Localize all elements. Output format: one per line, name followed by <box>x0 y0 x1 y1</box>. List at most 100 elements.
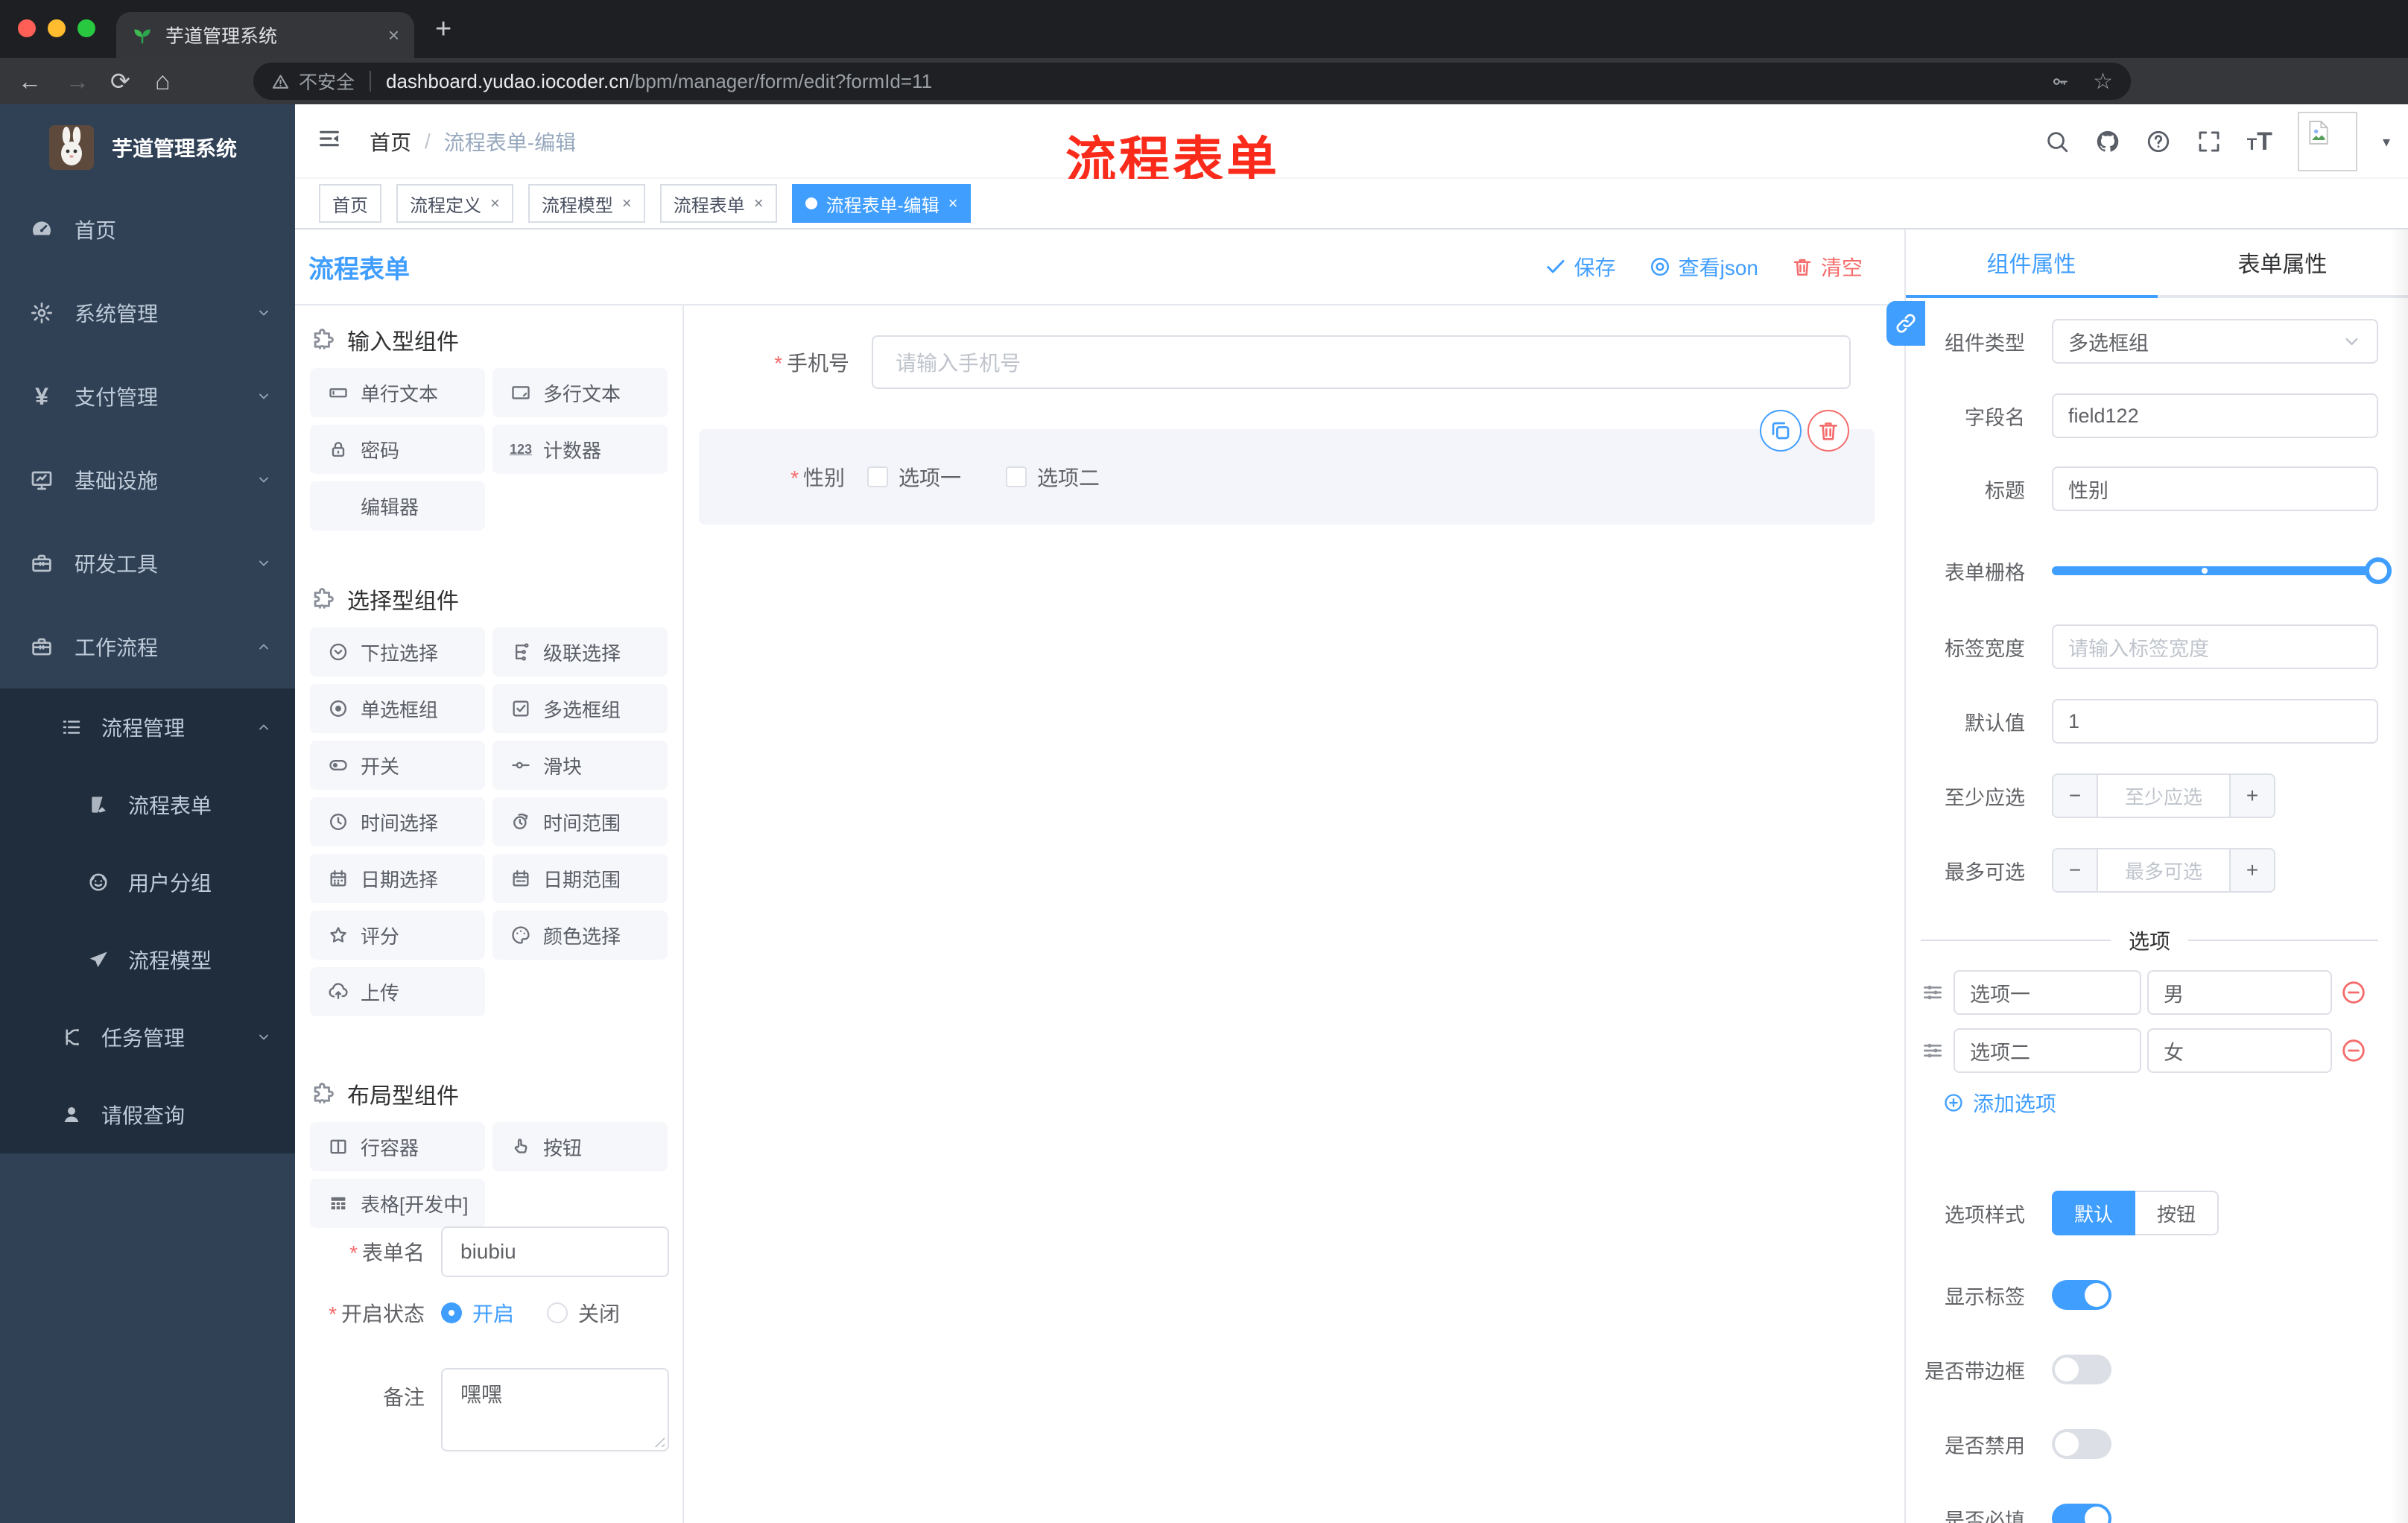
checkbox[interactable] <box>1006 466 1027 487</box>
fullscreen-icon[interactable] <box>2196 129 2222 154</box>
tab-component-props[interactable]: 组件属性 <box>1906 229 2157 295</box>
component-type-select[interactable]: 多选框组 <box>2052 319 2378 364</box>
palette-item-密码[interactable]: 密码 <box>310 425 485 474</box>
new-tab-button[interactable]: + <box>435 15 452 43</box>
option-value-input[interactable]: 女 <box>2147 1028 2332 1073</box>
phone-field-row[interactable]: * 手机号 请输入手机号 <box>684 335 1904 389</box>
url-field[interactable]: 不安全 dashboard.yudao.iocoder.cn/bpm/manag… <box>253 63 2131 100</box>
breadcrumb-home[interactable]: 首页 <box>370 127 411 156</box>
palette-item-计数器[interactable]: 123 计数器 <box>492 425 668 474</box>
save-button[interactable]: 保存 <box>1544 252 1616 282</box>
sidebar-subitem-6[interactable]: 请假查询 <box>0 1076 295 1153</box>
title-input[interactable]: 性别 <box>2052 466 2378 511</box>
view-tag-4[interactable]: 流程表单 × <box>659 184 777 223</box>
status-off-radio[interactable] <box>547 1302 568 1323</box>
sidebar-item-2[interactable]: 系统管理 <box>0 271 295 355</box>
palette-item-按钮[interactable]: 按钮 <box>492 1122 668 1171</box>
avatar-caret-icon[interactable]: ▾ <box>2383 133 2390 151</box>
stepper-minus-button[interactable]: − <box>2053 849 2098 891</box>
stepper-plus-button[interactable]: + <box>2229 849 2274 891</box>
status-on-label[interactable]: 开启 <box>472 1298 514 1328</box>
palette-item-日期选择[interactable]: 日期选择 <box>310 854 485 903</box>
field-name-input[interactable]: field122 <box>2052 393 2378 438</box>
tag-close-icon[interactable]: × <box>754 194 764 213</box>
toggle-是否禁用[interactable] <box>2052 1429 2111 1459</box>
duplicate-field-button[interactable] <box>1760 410 1802 452</box>
label-width-input[interactable]: 请输入标签宽度 <box>2052 624 2378 669</box>
reload-button[interactable]: ⟳ <box>110 58 130 104</box>
palette-item-颜色选择[interactable]: 颜色选择 <box>492 911 668 960</box>
palette-item-多行文本[interactable]: 多行文本 <box>492 368 668 417</box>
toggle-是否必填[interactable] <box>2052 1504 2111 1523</box>
add-option-button[interactable]: 添加选项 <box>1943 1088 2056 1118</box>
delete-field-button[interactable] <box>1807 410 1849 452</box>
sidebar-subitem-5[interactable]: 任务管理 <box>0 998 295 1076</box>
remove-option-button[interactable] <box>2341 980 2366 1005</box>
palette-item-时间选择[interactable]: 时间选择 <box>310 797 485 846</box>
traffic-minimize-button[interactable] <box>48 19 66 37</box>
palette-item-编辑器[interactable]: 编辑器 <box>310 481 485 531</box>
home-button[interactable]: ⌂ <box>155 58 171 104</box>
view-tag-5[interactable]: 流程表单-编辑 × <box>791 184 972 223</box>
palette-item-行容器[interactable]: 行容器 <box>310 1122 485 1171</box>
help-icon[interactable] <box>2146 129 2171 154</box>
sidebar-item-4[interactable]: 基础设施 <box>0 438 295 522</box>
phone-field-input[interactable]: 请输入手机号 <box>872 335 1851 389</box>
palette-item-上传[interactable]: 上传 <box>310 967 485 1016</box>
search-icon[interactable] <box>2044 129 2070 154</box>
palette-item-表格[开发中][interactable]: 表格[开发中] <box>310 1179 485 1228</box>
option-name-input[interactable]: 选项二 <box>1954 1028 2141 1073</box>
palette-item-单行文本[interactable]: 单行文本 <box>310 368 485 417</box>
toggle-是否带边框[interactable] <box>2052 1355 2111 1384</box>
bookmark-star-icon[interactable]: ☆ <box>2093 69 2113 95</box>
palette-item-下拉选择[interactable]: 下拉选择 <box>310 627 485 677</box>
github-icon[interactable] <box>2095 129 2120 154</box>
stepper-plus-button[interactable]: + <box>2229 775 2274 817</box>
palette-item-时间范围[interactable]: 时间范围 <box>492 797 668 846</box>
sidebar-subitem-1[interactable]: 流程管理 <box>0 688 295 766</box>
tab-form-props[interactable]: 表单属性 <box>2157 229 2408 295</box>
sidebar-item-6[interactable]: 工作流程 <box>0 605 295 688</box>
avatar[interactable] <box>2297 112 2357 171</box>
form-remark-textarea[interactable]: 嘿嘿 <box>441 1368 669 1451</box>
view-tag-3[interactable]: 流程模型 × <box>527 184 645 223</box>
drag-handle-icon[interactable] <box>1921 981 1945 1004</box>
sidebar-item-5[interactable]: 研发工具 <box>0 522 295 605</box>
gender-option-2[interactable]: 选项二 <box>1006 462 1100 492</box>
link-tag-button[interactable] <box>1886 301 1925 346</box>
palette-item-单选框组[interactable]: 单选框组 <box>310 684 485 733</box>
forward-button[interactable]: → <box>66 58 89 104</box>
option-value-input[interactable]: 男 <box>2147 970 2332 1015</box>
sidebar-subitem-3[interactable]: 用户分组 <box>0 843 295 921</box>
hamburger-icon[interactable] <box>317 127 341 151</box>
default-value-input[interactable]: 1 <box>2052 699 2378 744</box>
key-icon[interactable] <box>2050 72 2069 91</box>
sidebar-item-1[interactable]: 首页 <box>0 188 295 271</box>
gender-option-1[interactable]: 选项一 <box>867 462 961 492</box>
slider-handle[interactable] <box>2365 557 2392 584</box>
toggle-显示标签[interactable] <box>2052 1280 2111 1310</box>
max-select-input[interactable]: 最多可选 <box>2098 849 2229 891</box>
palette-item-级联选择[interactable]: 级联选择 <box>492 627 668 677</box>
sidebar-subitem-2[interactable]: 流程表单 <box>0 766 295 843</box>
palette-item-开关[interactable]: 开关 <box>310 741 485 790</box>
browser-tab[interactable]: 芋道管理系统 × <box>116 12 414 58</box>
min-select-input[interactable]: 至少应选 <box>2098 775 2229 817</box>
form-name-input[interactable]: biubiu <box>441 1226 669 1277</box>
tab-close-icon[interactable]: × <box>388 24 399 47</box>
drag-handle-icon[interactable] <box>1921 1039 1945 1063</box>
status-off-label[interactable]: 关闭 <box>578 1298 620 1328</box>
clear-button[interactable]: 清空 <box>1791 252 1863 282</box>
tag-close-icon[interactable]: × <box>948 194 958 213</box>
remove-option-button[interactable] <box>2341 1038 2366 1063</box>
traffic-zoom-button[interactable] <box>77 19 95 37</box>
back-button[interactable]: ← <box>18 58 42 104</box>
style-default-button[interactable]: 默认 <box>2052 1191 2135 1235</box>
palette-item-多选框组[interactable]: 多选框组 <box>492 684 668 733</box>
view-tag-2[interactable]: 流程定义 × <box>396 184 513 223</box>
tag-close-icon[interactable]: × <box>490 194 500 213</box>
tag-close-icon[interactable]: × <box>622 194 632 213</box>
gender-field-row-selected[interactable]: * 性别 选项一 选项二 <box>699 429 1875 525</box>
view-json-button[interactable]: 查看json <box>1649 252 1758 282</box>
fontsize-icon[interactable]: TT <box>2247 129 2272 154</box>
